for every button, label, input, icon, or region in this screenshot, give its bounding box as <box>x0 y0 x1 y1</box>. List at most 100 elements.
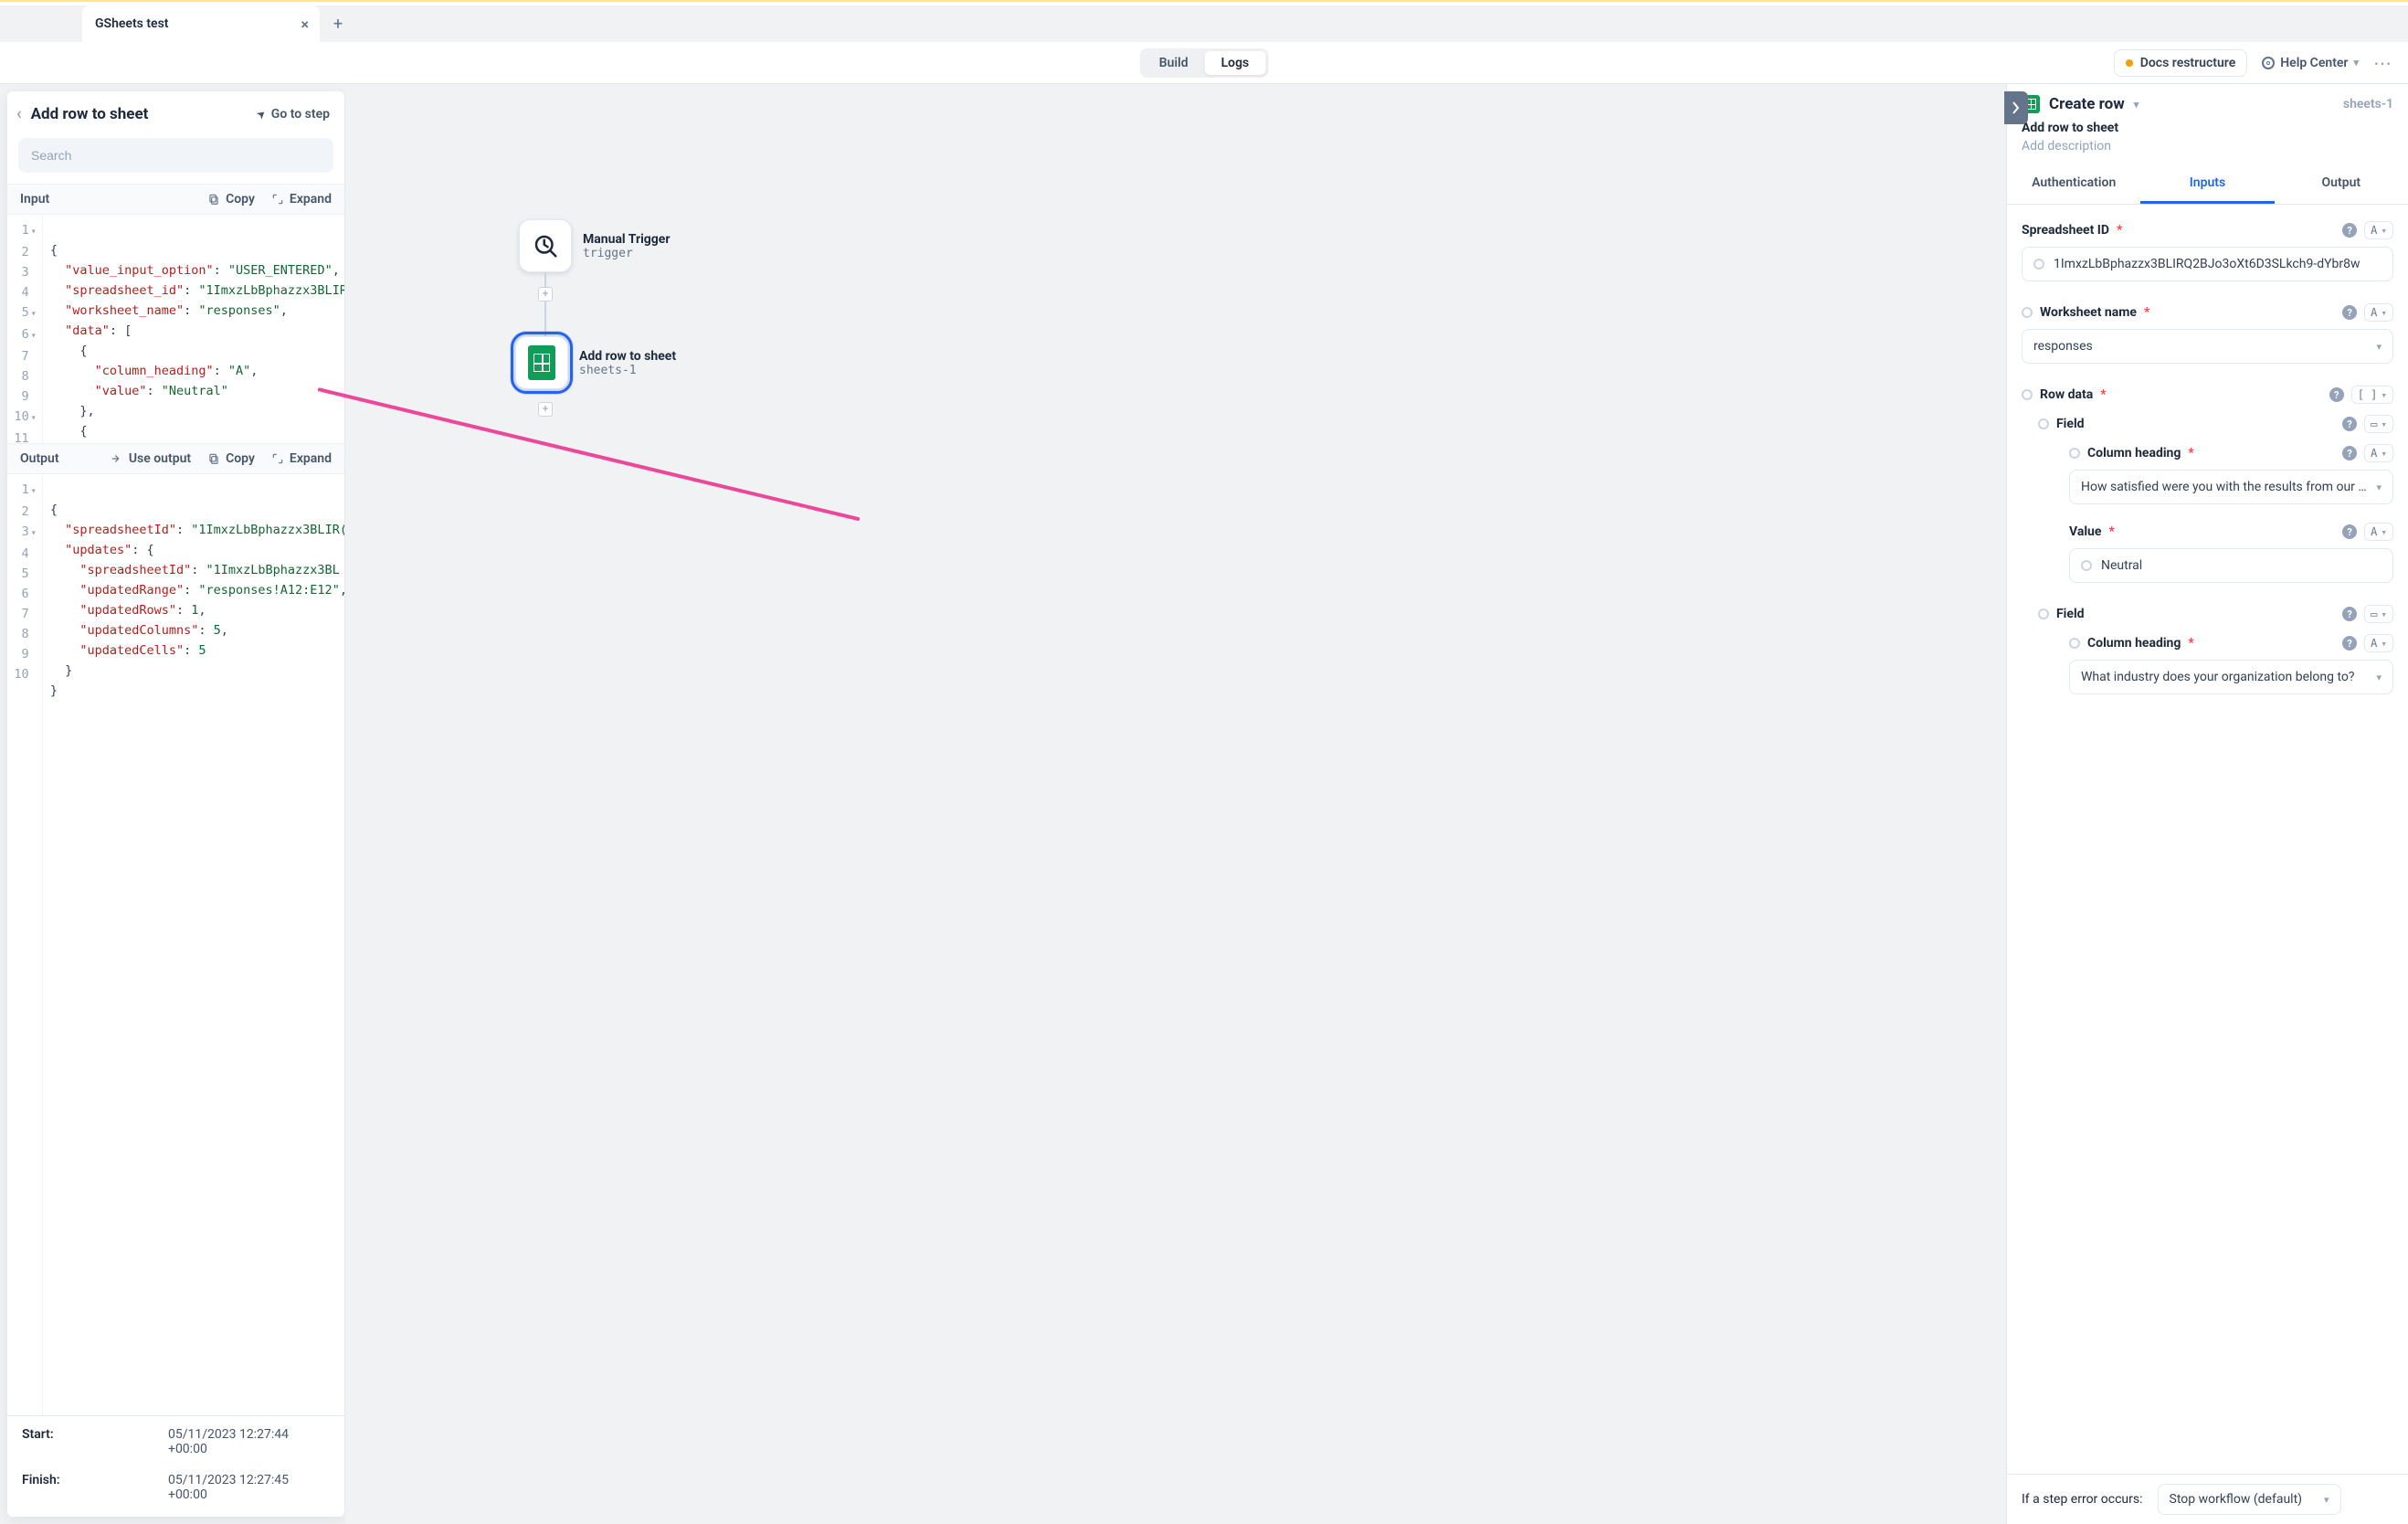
output-gutter: 1▾2 3▾4 5 6 7 8 9 10 <box>7 474 43 1415</box>
help-icon[interactable]: ? <box>2342 446 2357 460</box>
node-add-row[interactable]: Add row to sheet sheets-1 <box>515 336 676 389</box>
step-id: sheets-1 <box>2343 97 2393 111</box>
use-output-icon <box>111 452 123 465</box>
expand-input-button[interactable]: Expand <box>271 192 332 206</box>
node2-sub: sheets-1 <box>579 364 676 377</box>
start-label: Start: <box>22 1427 104 1456</box>
field-spreadsheet-id: Spreadsheet ID* ? A ▾ 1ImxzLbBphazzx3BLI… <box>2022 221 2393 281</box>
annotation-arrow <box>318 387 861 521</box>
type-string-chip[interactable]: A ▾ <box>2364 221 2393 239</box>
type-object-chip[interactable]: ▭ ▾ <box>2364 605 2393 623</box>
view-logs[interactable]: Logs <box>1205 51 1266 75</box>
view-switch: Build Logs <box>1140 48 1269 78</box>
help-icon[interactable]: ? <box>2342 524 2357 539</box>
help-icon[interactable]: ? <box>2342 636 2357 651</box>
expand-icon <box>271 193 284 206</box>
type-list-chip[interactable]: [ ] ▾ <box>2351 386 2393 404</box>
step-subtitle[interactable]: Add row to sheet <box>2022 121 2393 135</box>
step-description-placeholder[interactable]: Add description <box>2022 139 2393 153</box>
help-icon[interactable]: ? <box>2342 305 2357 320</box>
finish-value: 05/11/2023 12:27:45 +00:00 <box>104 1473 330 1502</box>
chevron-down-icon: ▾ <box>2376 341 2382 353</box>
worksheet-select[interactable]: responses ▾ <box>2022 329 2393 364</box>
error-label: If a step error occurs: <box>2022 1492 2143 1507</box>
workflow-tab[interactable]: GSheets test × <box>82 5 320 42</box>
type-string-chip[interactable]: A ▾ <box>2364 444 2393 462</box>
help-icon[interactable]: ? <box>2329 387 2344 402</box>
finish-label: Finish: <box>22 1473 104 1502</box>
docs-restructure-label: Docs restructure <box>2140 56 2235 70</box>
expand-output-button[interactable]: Expand <box>271 451 332 466</box>
chevron-down-icon: ▾ <box>2376 482 2382 493</box>
chevron-down-icon: ▾ <box>2376 672 2382 683</box>
column-heading-2-select[interactable]: What industry does your organization bel… <box>2069 660 2393 694</box>
view-build[interactable]: Build <box>1143 51 1205 75</box>
column-heading-1-select[interactable]: How satisfied were you with the results … <box>2069 470 2393 504</box>
chevron-down-icon: ▾ <box>2353 57 2359 69</box>
document-tabbar: GSheets test × + <box>0 5 2408 42</box>
step-inspector-panel: ‹ Add row to sheet Go to step Input Copy… <box>7 91 345 1517</box>
add-step-button-top[interactable]: + <box>538 287 553 302</box>
add-step-button-bottom[interactable]: + <box>538 402 553 417</box>
value-1-input[interactable]: Neutral <box>2069 548 2393 583</box>
copy-icon <box>207 452 220 465</box>
copy-input-button[interactable]: Copy <box>207 192 255 206</box>
node1-sub: trigger <box>583 247 670 260</box>
expand-icon <box>271 452 284 465</box>
tab-inputs[interactable]: Inputs <box>2140 164 2274 204</box>
help-icon[interactable]: ? <box>2342 607 2357 621</box>
field-row-data: Row data* ? [ ] ▾ <box>2022 386 2393 404</box>
spreadsheet-id-input[interactable]: 1ImxzLbBphazzx3BLIRQ2BJo3oXt6D3SLkch9-dY… <box>2022 247 2393 281</box>
start-value: 05/11/2023 12:27:44 +00:00 <box>104 1427 330 1456</box>
pin-icon <box>2033 259 2044 270</box>
new-tab-button[interactable]: + <box>320 5 356 42</box>
step-config-title: Create row <box>2049 95 2125 113</box>
use-output-button[interactable]: Use output <box>111 451 191 466</box>
input-json-viewer[interactable]: 1▾2 3 4 5▾6▾7 8 9 10▾11 { "value_input_o… <box>7 215 344 443</box>
trigger-icon <box>532 232 559 259</box>
sheets-tile[interactable] <box>515 336 568 389</box>
workflow-canvas[interactable]: Manual Trigger trigger + Add row to shee… <box>345 84 2006 1524</box>
collapse-right-panel-button[interactable] <box>2004 91 2028 124</box>
type-string-chip[interactable]: A ▾ <box>2364 634 2393 652</box>
error-handling-select[interactable]: Stop workflow (default) ▾ <box>2158 1484 2341 1515</box>
type-string-chip[interactable]: A ▾ <box>2364 303 2393 322</box>
copy-output-button[interactable]: Copy <box>207 451 255 466</box>
chevron-down-icon[interactable]: ▾ <box>2134 99 2139 111</box>
tab-output[interactable]: Output <box>2275 164 2408 204</box>
go-to-step-button[interactable]: Go to step <box>257 107 330 122</box>
docs-restructure-button[interactable]: Docs restructure <box>2114 49 2247 77</box>
help-icon[interactable]: ? <box>2342 223 2357 238</box>
tab-authentication[interactable]: Authentication <box>2007 164 2140 204</box>
input-gutter: 1▾2 3 4 5▾6▾7 8 9 10▾11 <box>7 215 43 443</box>
copy-icon <box>207 193 220 206</box>
type-string-chip[interactable]: A ▾ <box>2364 523 2393 541</box>
workflow-tab-title: GSheets test <box>95 16 169 31</box>
input-section-label: Input <box>20 192 49 206</box>
step-config-panel: Create row ▾ sheets-1 Add row to sheet A… <box>2006 84 2408 1524</box>
output-json-viewer[interactable]: 1▾2 3▾4 5 6 7 8 9 10 { "spreadsheetId": … <box>7 474 344 1415</box>
help-center-menu[interactable]: Help Center ▾ <box>2262 56 2359 70</box>
gear-icon <box>2262 57 2275 69</box>
config-tabs: Authentication Inputs Output <box>2007 164 2408 205</box>
trigger-tile[interactable] <box>519 219 572 272</box>
type-object-chip[interactable]: ▭ ▾ <box>2364 415 2393 433</box>
field-worksheet-name: Worksheet name* ? A ▾ responses ▾ <box>2022 303 2393 364</box>
run-timestamps: Start: 05/11/2023 12:27:44 +00:00 Finish… <box>7 1415 344 1517</box>
help-center-label: Help Center <box>2280 56 2348 70</box>
node-manual-trigger[interactable]: Manual Trigger trigger <box>519 219 670 272</box>
step-inspector-title: Add row to sheet <box>31 105 149 123</box>
more-menu-button[interactable]: ⋯ <box>2373 52 2393 74</box>
pin-icon <box>2081 560 2092 571</box>
node1-title: Manual Trigger <box>583 232 670 247</box>
edge-1-2 <box>544 272 546 336</box>
input-section-header: Input Copy Expand <box>7 184 344 215</box>
inspector-search-input[interactable] <box>18 138 333 173</box>
main-toolbar: Build Logs Docs restructure Help Center … <box>0 42 2408 84</box>
back-button[interactable]: ‹ <box>16 104 22 123</box>
output-section-header: Output Use output Copy Expand <box>7 443 344 474</box>
status-dot-icon <box>2126 59 2133 67</box>
help-icon[interactable]: ? <box>2342 417 2357 431</box>
close-tab-icon[interactable]: × <box>301 16 310 33</box>
error-handling-footer: If a step error occurs: Stop workflow (d… <box>2007 1474 2408 1524</box>
